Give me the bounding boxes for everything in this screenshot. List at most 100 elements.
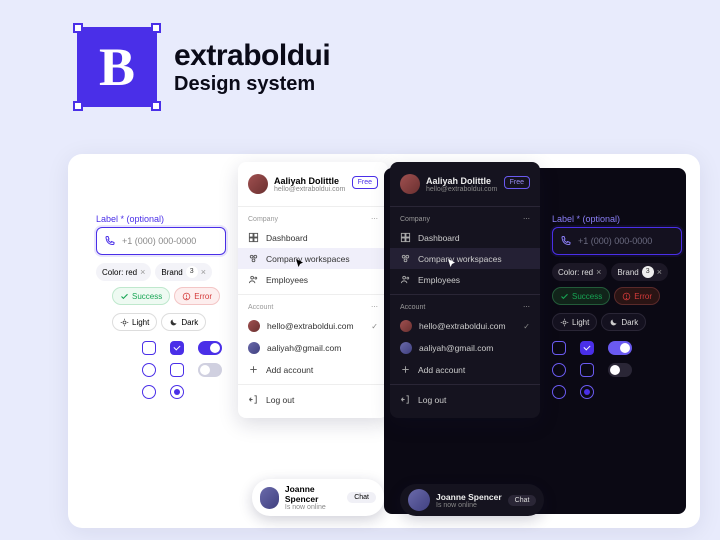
sidebar-item-employees[interactable]: Employees bbox=[390, 269, 540, 290]
plan-badge: Free bbox=[504, 176, 530, 189]
sidebar-item-account-2[interactable]: aaliyah@gmail.com bbox=[238, 337, 388, 359]
input-label: Label * (optional) bbox=[96, 214, 226, 224]
input-placeholder: +1 (000) 000-0000 bbox=[578, 236, 652, 246]
resize-handle[interactable] bbox=[73, 101, 83, 111]
logo-letter: B bbox=[99, 36, 135, 98]
sidebar-item-workspaces[interactable]: Company workspaces bbox=[390, 248, 540, 269]
employees-icon bbox=[400, 274, 411, 285]
sidebar-item-employees[interactable]: Employees bbox=[238, 269, 388, 290]
input-label: Label * (optional) bbox=[552, 214, 682, 224]
sidebar-item-account-1[interactable]: hello@extraboldui.com✓ bbox=[390, 315, 540, 337]
phone-input[interactable]: +1 (000) 000-0000 bbox=[96, 227, 226, 255]
checkbox-outline[interactable] bbox=[580, 363, 594, 377]
toggle-off[interactable] bbox=[608, 363, 632, 377]
sidebar-item-account-2[interactable]: aaliyah@gmail.com bbox=[390, 337, 540, 359]
more-icon[interactable]: ⋯ bbox=[371, 303, 378, 311]
light-theme-button[interactable]: Light bbox=[552, 313, 597, 331]
avatar bbox=[400, 342, 412, 354]
avatar bbox=[248, 342, 260, 354]
toggle-on[interactable] bbox=[198, 341, 222, 355]
brand-tagline: Design system bbox=[174, 73, 330, 96]
radio-unselected[interactable] bbox=[142, 385, 156, 399]
phone-input[interactable]: +1 (000) 000-0000 bbox=[552, 227, 682, 255]
sidebar-item-add-account[interactable]: Add account bbox=[238, 359, 388, 380]
section-header-company: Company⋯ bbox=[390, 211, 540, 227]
plus-icon bbox=[248, 364, 259, 375]
tag-brand[interactable]: Brand3× bbox=[155, 263, 212, 281]
brand-name: extraboldui bbox=[174, 39, 330, 73]
checkbox-unchecked[interactable] bbox=[552, 341, 566, 355]
section-header-account: Account⋯ bbox=[238, 299, 388, 315]
dashboard-icon bbox=[400, 232, 411, 243]
radio-selected[interactable] bbox=[170, 385, 184, 399]
checkbox-unchecked[interactable] bbox=[142, 341, 156, 355]
avatar bbox=[260, 487, 279, 509]
status-error: Error bbox=[614, 287, 660, 305]
phone-icon bbox=[560, 235, 572, 247]
section-header-account: Account⋯ bbox=[390, 299, 540, 315]
tag-color[interactable]: Color: red× bbox=[96, 263, 151, 281]
toast-online[interactable]: Joanne SpencerIs now online Chat bbox=[252, 479, 384, 516]
sidebar-user[interactable]: Aaliyah Dolittlehello@extraboldui.com Fr… bbox=[390, 170, 540, 202]
resize-handle[interactable] bbox=[73, 23, 83, 33]
sidebar-item-logout[interactable]: Log out bbox=[390, 389, 540, 410]
logout-icon bbox=[400, 394, 411, 405]
dark-theme-button[interactable]: Dark bbox=[161, 313, 206, 331]
section-header-company: Company⋯ bbox=[238, 211, 388, 227]
resize-handle[interactable] bbox=[151, 23, 161, 33]
close-icon[interactable]: × bbox=[201, 267, 206, 277]
resize-handle[interactable] bbox=[151, 101, 161, 111]
checkbox-outline[interactable] bbox=[170, 363, 184, 377]
tag-color[interactable]: Color: red× bbox=[552, 263, 607, 281]
dashboard-icon bbox=[248, 232, 259, 243]
light-panel: Label * (optional) +1 (000) 000-0000 Col… bbox=[82, 168, 384, 514]
status-error: Error bbox=[174, 287, 220, 305]
sidebar-item-add-account[interactable]: Add account bbox=[390, 359, 540, 380]
logo: B bbox=[78, 28, 156, 106]
checkbox-checked[interactable] bbox=[170, 341, 184, 355]
radio-unselected[interactable] bbox=[552, 363, 566, 377]
dark-theme-button[interactable]: Dark bbox=[601, 313, 646, 331]
avatar bbox=[400, 320, 412, 332]
logout-icon bbox=[248, 394, 259, 405]
chat-button[interactable]: Chat bbox=[347, 492, 376, 503]
checkbox-checked[interactable] bbox=[580, 341, 594, 355]
status-success: Success bbox=[552, 287, 610, 305]
light-theme-button[interactable]: Light bbox=[112, 313, 157, 331]
plan-badge: Free bbox=[352, 176, 378, 189]
sidebar-item-dashboard[interactable]: Dashboard bbox=[238, 227, 388, 248]
close-icon[interactable]: × bbox=[657, 267, 662, 277]
sidebar-item-logout[interactable]: Log out bbox=[238, 389, 388, 410]
toggle-on[interactable] bbox=[608, 341, 632, 355]
close-icon[interactable]: × bbox=[596, 267, 601, 277]
avatar bbox=[248, 320, 260, 332]
dark-panel: Aaliyah Dolittlehello@extraboldui.com Fr… bbox=[384, 168, 686, 514]
sidebar-user[interactable]: Aaliyah Dolittlehello@extraboldui.com Fr… bbox=[238, 170, 388, 202]
close-icon[interactable]: × bbox=[140, 267, 145, 277]
radio-selected[interactable] bbox=[580, 385, 594, 399]
more-icon[interactable]: ⋯ bbox=[523, 303, 530, 311]
more-icon[interactable]: ⋯ bbox=[371, 215, 378, 223]
avatar bbox=[248, 174, 268, 194]
sidebar-item-account-1[interactable]: hello@extraboldui.com✓ bbox=[238, 315, 388, 337]
sidebar-menu-dark: Aaliyah Dolittlehello@extraboldui.com Fr… bbox=[390, 162, 540, 418]
radio-unselected[interactable] bbox=[552, 385, 566, 399]
sidebar-item-dashboard[interactable]: Dashboard bbox=[390, 227, 540, 248]
showcase-card: Label * (optional) +1 (000) 000-0000 Col… bbox=[68, 154, 700, 528]
employees-icon bbox=[248, 274, 259, 285]
tag-brand[interactable]: Brand3× bbox=[611, 263, 668, 281]
workspaces-icon bbox=[400, 253, 411, 264]
more-icon[interactable]: ⋯ bbox=[523, 215, 530, 223]
radio-unselected[interactable] bbox=[142, 363, 156, 377]
sidebar-menu-light: Aaliyah Dolittlehello@extraboldui.com Fr… bbox=[238, 162, 388, 418]
sidebar-item-workspaces[interactable]: Company workspaces bbox=[238, 248, 388, 269]
chat-button[interactable]: Chat bbox=[508, 495, 537, 506]
avatar bbox=[400, 174, 420, 194]
toggle-off[interactable] bbox=[198, 363, 222, 377]
plus-icon bbox=[400, 364, 411, 375]
avatar bbox=[408, 489, 430, 511]
toast-online[interactable]: Joanne SpencerIs now online Chat bbox=[400, 484, 544, 516]
workspaces-icon bbox=[248, 253, 259, 264]
input-placeholder: +1 (000) 000-0000 bbox=[122, 236, 196, 246]
phone-icon bbox=[104, 235, 116, 247]
